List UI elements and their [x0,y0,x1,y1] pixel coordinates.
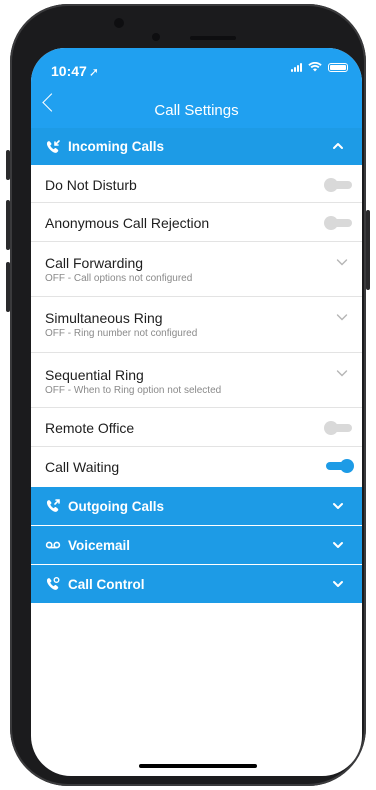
section-title: Outgoing Calls [68,498,164,514]
section-title: Incoming Calls [68,139,165,154]
call-waiting-toggle[interactable] [326,459,354,473]
row-anonymous-call-rejection: Anonymous Call Rejection [31,203,362,242]
screen: 10:47 ➚ Call Settings Incoming Calls Do … [31,48,362,776]
row-label: Anonymous Call Rejection [45,215,210,231]
row-sublabel: OFF - When to Ring option not selected [45,385,222,396]
chevron-down-icon [333,542,343,548]
row-label: Do Not Disturb [45,177,137,193]
signal-icon [291,62,302,72]
row-call-forwarding[interactable]: Call Forwarding OFF - Call options not c… [31,242,362,297]
wifi-icon [308,62,322,72]
home-indicator[interactable] [139,764,257,768]
outgoing-call-icon [45,498,61,514]
incoming-call-icon [45,139,61,155]
row-do-not-disturb: Do Not Disturb [31,165,362,203]
section-title: Call Control [68,576,145,592]
call-control-icon [45,576,61,592]
mute-switch [6,150,10,180]
page-title: Call Settings [154,102,239,119]
chevron-down-icon [333,503,343,509]
chevron-down-icon [336,259,348,266]
row-sublabel: OFF - Call options not configured [45,273,193,284]
row-label: Call Forwarding [45,255,144,271]
sensor-icon [152,33,160,41]
chevron-down-icon [336,314,348,321]
do-not-disturb-toggle[interactable] [324,178,352,192]
row-remote-office: Remote Office [31,408,362,447]
volume-down-button [6,262,10,312]
row-sublabel: OFF - Ring number not configured [45,328,198,339]
speaker-grille [190,36,236,40]
section-title: Voicemail [68,537,131,553]
row-label: Sequential Ring [45,367,144,383]
row-label: Call Waiting [45,459,120,475]
chevron-down-icon [336,370,348,377]
row-label: Remote Office [45,420,135,436]
row-call-waiting: Call Waiting [31,447,362,487]
top-bar: 10:47 ➚ Call Settings [31,48,362,128]
camera-icon [114,18,124,28]
chevron-up-icon [333,143,343,149]
status-time-text: 10:47 [51,63,87,79]
row-label: Simultaneous Ring [45,310,163,326]
voicemail-icon [45,537,61,553]
row-sequential-ring[interactable]: Sequential Ring OFF - When to Ring optio… [31,353,362,408]
section-header-incoming-calls[interactable]: Incoming Calls [31,128,362,165]
remote-office-toggle[interactable] [324,421,352,435]
section-header-outgoing-calls[interactable]: Outgoing Calls [31,487,362,525]
section-header-voicemail[interactable]: Voicemail [31,526,362,564]
location-arrow-icon: ➚ [88,65,99,79]
status-icons [291,62,348,72]
chevron-down-icon [333,581,343,587]
status-time: 10:47 ➚ [51,63,99,79]
row-simultaneous-ring[interactable]: Simultaneous Ring OFF - Ring number not … [31,297,362,353]
anonymous-call-rejection-toggle[interactable] [324,216,352,230]
section-header-call-control[interactable]: Call Control [31,565,362,603]
battery-icon [328,62,348,72]
volume-up-button [6,200,10,250]
power-button [366,210,370,290]
